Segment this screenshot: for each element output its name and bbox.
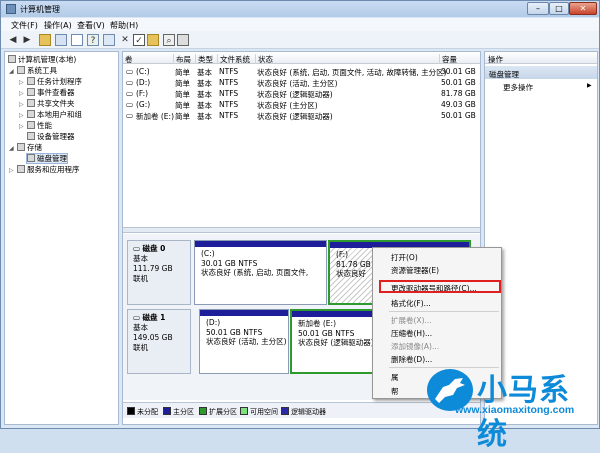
menu-add-mirror[interactable]: 添加镜像(A)... bbox=[391, 341, 439, 352]
open-folder-icon[interactable] bbox=[147, 34, 159, 46]
menu-shrink-volume[interactable]: 压缩卷(H)... bbox=[391, 328, 432, 339]
tree-task-scheduler[interactable]: 任务计划程序 bbox=[27, 77, 82, 86]
tree-local-users[interactable]: 本地用户和组 bbox=[27, 110, 82, 119]
partition-d[interactable]: (D:) 50.01 GB NTFS 状态良好 (活动, 主分区) bbox=[199, 309, 289, 374]
check-icon[interactable]: ✓ bbox=[133, 34, 145, 46]
computer-icon bbox=[8, 55, 16, 63]
minimize-button[interactable]: – bbox=[527, 2, 549, 15]
volume-list-header: 卷 布局 类型 文件系统 状态 容量 bbox=[123, 52, 480, 64]
menu-extend-volume[interactable]: 扩展卷(X)... bbox=[391, 315, 432, 326]
expand-icon[interactable]: ▷ bbox=[19, 90, 24, 97]
legend-swatch bbox=[240, 407, 248, 415]
clock-icon bbox=[27, 77, 35, 85]
computer-management-window: 计算机管理 – □ ✕ 文件(F) 操作(A) 查看(V) 帮助(H) ◀ ▶ … bbox=[0, 0, 600, 452]
collapse-icon[interactable]: ◢ bbox=[9, 68, 14, 75]
brand-url: www.xiaomaxitong.com bbox=[455, 404, 575, 416]
tree-storage[interactable]: 存储 bbox=[17, 143, 42, 152]
menu-help[interactable]: 帮助(H) bbox=[110, 20, 138, 31]
partition-c[interactable]: (C:) 30.01 GB NTFS 状态良好 (系统, 启动, 页面文件, bbox=[194, 240, 327, 305]
expand-icon[interactable]: ▷ bbox=[19, 101, 24, 108]
drive-icon: ▭ bbox=[126, 67, 134, 76]
legend-swatch bbox=[199, 407, 207, 415]
watermark-logo: 小马系统 www.xiaomaxitong.com bbox=[421, 363, 599, 452]
show-tree-icon[interactable] bbox=[55, 34, 67, 46]
expand-icon[interactable]: ▷ bbox=[19, 112, 24, 119]
event-icon bbox=[27, 88, 35, 96]
menu-file[interactable]: 文件(F) bbox=[11, 20, 38, 31]
maximize-button[interactable]: □ bbox=[549, 2, 569, 15]
navigation-tree: 计算机管理(本地) ◢ 系统工具 ▷ 任务计划程序 ▷ 事件查看器 ▷ 共享文件… bbox=[4, 51, 119, 425]
drive-icon: ▭ bbox=[126, 100, 134, 109]
menu-help[interactable]: 帮 bbox=[391, 386, 399, 397]
pane-splitter[interactable] bbox=[123, 227, 480, 233]
disk-0-info[interactable]: ▭ 磁盘 0 基本 111.79 GB 联机 bbox=[127, 240, 191, 305]
drive-icon: ▭ bbox=[126, 111, 134, 120]
disk-icon bbox=[27, 154, 35, 162]
settings-icon[interactable] bbox=[103, 34, 115, 46]
title-bar: 计算机管理 – □ ✕ bbox=[1, 1, 599, 17]
tree-shared-folders[interactable]: 共享文件夹 bbox=[27, 99, 75, 108]
menu-format[interactable]: 格式化(F)... bbox=[391, 298, 431, 309]
tree-device-manager[interactable]: 设备管理器 bbox=[27, 132, 75, 141]
close-button[interactable]: ✕ bbox=[569, 2, 597, 15]
tree-services[interactable]: 服务和应用程序 bbox=[17, 165, 80, 174]
partition-e[interactable]: 新加卷 (E:) 50.01 GB NTFS 状态良好 (逻辑驱动器) bbox=[290, 309, 382, 374]
table-row[interactable]: ▭ (C:) 简单 基本 NTFS 状态良好 (系统, 启动, 页面文件, 活动… bbox=[123, 66, 480, 77]
tree-system-tools[interactable]: 系统工具 bbox=[17, 66, 57, 75]
collapse-icon[interactable]: ◢ bbox=[9, 145, 14, 152]
properties-icon[interactable] bbox=[71, 34, 83, 46]
table-row[interactable]: ▭ (G:) 简单 基本 NTFS 状态良好 (主分区) 49.03 GB bbox=[123, 99, 480, 110]
legend-swatch bbox=[163, 407, 171, 415]
services-icon bbox=[17, 165, 25, 173]
chevron-right-icon[interactable]: ▶ bbox=[587, 82, 592, 89]
search-icon[interactable]: ⌕ bbox=[163, 34, 175, 46]
table-row[interactable]: ▭ (F:) 简单 基本 NTFS 状态良好 (逻辑驱动器) 81.78 GB bbox=[123, 88, 480, 99]
col-volume[interactable]: 卷 bbox=[123, 54, 133, 64]
drive-icon: ▭ bbox=[126, 89, 134, 98]
col-status[interactable]: 状态 bbox=[255, 54, 273, 64]
drive-icon: ▭ bbox=[126, 78, 134, 87]
table-row[interactable]: ▭ 新加卷 (E:) 简单 基本 NTFS 状态良好 (逻辑驱动器) 50.01… bbox=[123, 110, 480, 121]
tree-performance[interactable]: 性能 bbox=[27, 121, 52, 130]
menu-properties[interactable]: 属 bbox=[391, 372, 399, 383]
actions-section-disk-management[interactable]: 磁盘管理 bbox=[485, 66, 597, 79]
table-row[interactable]: ▭ (D:) 简单 基本 NTFS 状态良好 (活动, 主分区) 50.01 G… bbox=[123, 77, 480, 88]
users-icon bbox=[27, 110, 35, 118]
forward-icon[interactable]: ▶ bbox=[21, 34, 33, 46]
more-actions-link[interactable]: 更多操作 bbox=[503, 82, 533, 93]
expand-icon[interactable]: ▷ bbox=[9, 167, 14, 174]
col-layout[interactable]: 布局 bbox=[173, 54, 191, 64]
window-title: 计算机管理 bbox=[20, 5, 60, 14]
app-icon bbox=[6, 4, 16, 14]
menu-open[interactable]: 打开(O) bbox=[391, 252, 418, 263]
tree-event-viewer[interactable]: 事件查看器 bbox=[27, 88, 75, 97]
help-icon[interactable]: ? bbox=[87, 34, 99, 46]
expand-icon[interactable]: ▷ bbox=[19, 79, 24, 86]
storage-icon bbox=[17, 143, 25, 151]
disk-icon[interactable] bbox=[177, 34, 189, 46]
highlight-box bbox=[379, 280, 501, 293]
toolbar: ◀ ▶ ? ✕ ✓ ⌕ bbox=[1, 31, 599, 49]
legend-swatch bbox=[281, 407, 289, 415]
col-type[interactable]: 类型 bbox=[195, 54, 213, 64]
back-icon[interactable]: ◀ bbox=[7, 34, 19, 46]
device-icon bbox=[27, 132, 35, 140]
performance-icon bbox=[27, 121, 35, 129]
actions-header: 操作 bbox=[485, 52, 597, 64]
disk-1-info[interactable]: ▭ 磁盘 1 基本 149.05 GB 联机 bbox=[127, 309, 191, 374]
expand-icon[interactable]: ▷ bbox=[19, 123, 24, 130]
tree-disk-management[interactable]: 磁盘管理 bbox=[26, 153, 68, 164]
menu-bar: 文件(F) 操作(A) 查看(V) 帮助(H) bbox=[1, 18, 599, 31]
menu-explorer[interactable]: 资源管理器(E) bbox=[391, 265, 439, 276]
tree-root[interactable]: 计算机管理(本地) bbox=[8, 55, 76, 64]
col-filesystem[interactable]: 文件系统 bbox=[217, 54, 250, 64]
menu-action[interactable]: 操作(A) bbox=[44, 20, 72, 31]
legend-swatch bbox=[127, 407, 135, 415]
col-capacity[interactable]: 容量 bbox=[439, 54, 457, 64]
up-folder-icon[interactable] bbox=[39, 34, 51, 46]
menu-view[interactable]: 查看(V) bbox=[77, 20, 105, 31]
delete-icon[interactable]: ✕ bbox=[119, 34, 131, 46]
folder-icon bbox=[27, 99, 35, 107]
tools-icon bbox=[17, 66, 25, 74]
